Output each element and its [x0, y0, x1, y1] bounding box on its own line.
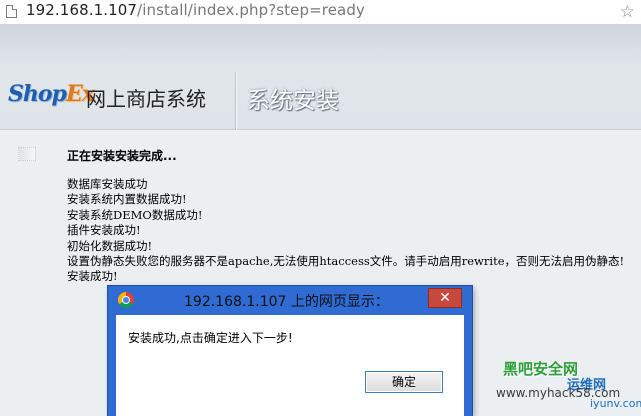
dialog-message: 安装成功,点击确定进入下一步!: [128, 331, 293, 345]
close-button[interactable]: ✕: [428, 288, 462, 308]
page-icon: [6, 5, 17, 18]
header-divider: [235, 72, 236, 130]
ok-button[interactable]: 确定: [365, 371, 443, 393]
log-item: 数据库安装成功: [67, 177, 148, 191]
dialog-title: 192.168.1.107 上的网页显示：: [184, 294, 389, 310]
alert-dialog: 192.168.1.107 上的网页显示： ✕ 安装成功,点击确定进入下一步! …: [108, 286, 472, 416]
url-host: 192.168.1.107: [26, 1, 138, 19]
shopex-logo: ShopEx: [8, 81, 95, 107]
page-title: 系统安装: [247, 88, 339, 114]
installer-header: ShopEx 网上商店系统 系统安装: [0, 25, 641, 130]
log-item: 插件安装成功!: [67, 223, 141, 238]
log-item: 安装系统内置数据成功!: [67, 192, 187, 207]
log-item: 安装成功!: [67, 269, 118, 284]
dialog-body: 安装成功,点击确定进入下一步! 确定: [116, 315, 464, 416]
system-name: 网上商店系统: [86, 87, 206, 111]
logo-shop-text: Shop: [8, 81, 67, 107]
watermark-text: iyunv.com: [590, 397, 641, 410]
loading-icon: [18, 147, 36, 161]
install-log: 数据库安装成功 安装系统内置数据成功! 安装系统DEMO数据成功! 插件安装成功…: [67, 177, 624, 285]
log-item: 安装系统DEMO数据成功!: [67, 207, 203, 222]
url-text[interactable]: 192.168.1.107/install/index.php?step=rea…: [26, 1, 365, 19]
dialog-titlebar[interactable]: 192.168.1.107 上的网页显示： ✕: [108, 286, 472, 314]
chrome-icon: [118, 292, 134, 308]
address-bar[interactable]: 192.168.1.107/install/index.php?step=rea…: [0, 0, 641, 25]
url-path: /install/index.php?step=ready: [137, 1, 365, 19]
log-item: 设置伪静态失败您的服务器不是apache,无法使用htaccess文件。请手动启…: [67, 254, 625, 269]
bookmark-star-icon[interactable]: ☆: [620, 2, 635, 22]
log-item: 初始化数据成功!: [67, 238, 153, 253]
install-heading: 正在安装安装完成...: [67, 149, 177, 163]
